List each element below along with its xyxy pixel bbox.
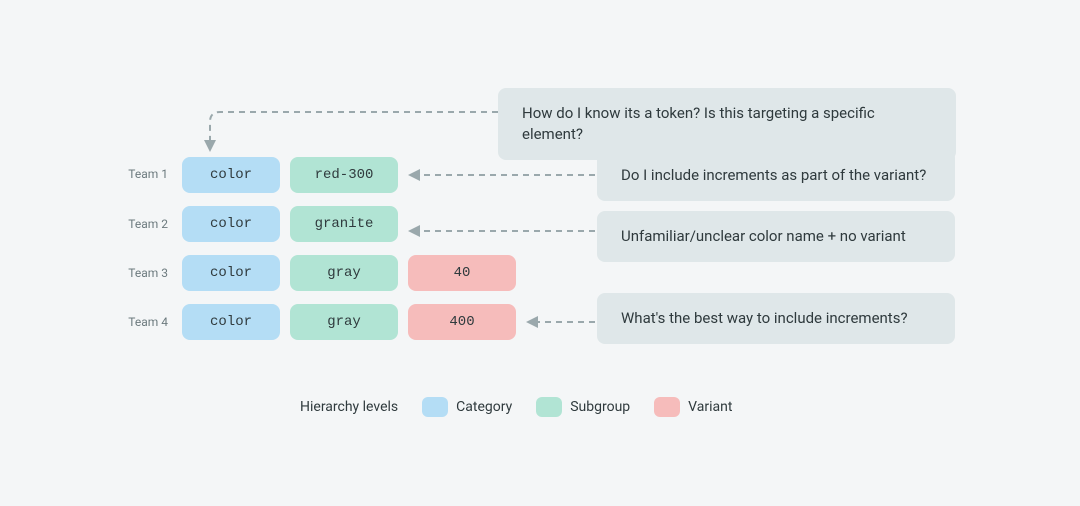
connector-row1-to-callout (400, 166, 600, 186)
token-subgroup: red-300 (290, 157, 398, 193)
callout-unclear-name: Unfamiliar/unclear color name + no varia… (597, 211, 955, 262)
token-category: color (182, 206, 280, 242)
token-category: color (182, 157, 280, 193)
legend-label-subgroup: Subgroup (570, 399, 630, 415)
legend-swatch-category (422, 397, 448, 417)
callout-best-increments: What's the best way to include increment… (597, 293, 955, 344)
token-subgroup: gray (290, 304, 398, 340)
team-3-label: Team 3 (108, 266, 168, 280)
legend-label-variant: Variant (688, 399, 732, 415)
legend-swatch-subgroup (536, 397, 562, 417)
connector-top-to-category (200, 98, 500, 160)
legend-label-category: Category (456, 399, 512, 415)
token-category: color (182, 304, 280, 340)
legend: Hierarchy levels Category Subgroup Varia… (300, 397, 732, 417)
connector-row2-to-callout (400, 222, 600, 242)
team-2-label: Team 2 (108, 217, 168, 231)
team-1-label: Team 1 (108, 167, 168, 181)
legend-item-variant: Variant (654, 397, 732, 417)
legend-item-category: Category (422, 397, 512, 417)
legend-swatch-variant (654, 397, 680, 417)
legend-item-subgroup: Subgroup (536, 397, 630, 417)
token-variant: 40 (408, 255, 516, 291)
token-category: color (182, 255, 280, 291)
token-subgroup: gray (290, 255, 398, 291)
token-subgroup: granite (290, 206, 398, 242)
connector-row4-to-callout (518, 313, 600, 333)
callout-variant-increments: Do I include increments as part of the v… (597, 150, 955, 201)
token-hierarchy-diagram: Team 1 Team 2 Team 3 Team 4 color red-30… (0, 0, 1080, 506)
token-variant: 400 (408, 304, 516, 340)
legend-title: Hierarchy levels (300, 399, 398, 415)
team-4-label: Team 4 (108, 315, 168, 329)
